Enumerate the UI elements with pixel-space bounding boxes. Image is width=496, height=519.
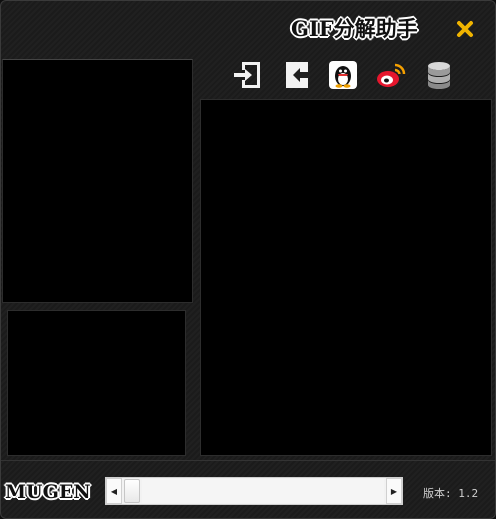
database-icon	[428, 62, 450, 89]
scroll-track[interactable]	[142, 479, 384, 503]
weibo-icon	[377, 63, 406, 87]
app-title: GIF分解助手	[291, 16, 418, 41]
close-button[interactable]	[453, 17, 477, 41]
arrow-left-icon: ◀	[110, 486, 118, 496]
mugen-logo: MUGEN	[5, 481, 91, 503]
scroll-right-button[interactable]: ▶	[386, 478, 402, 504]
frame-list-panel	[200, 99, 492, 456]
arrow-right-icon: ▶	[390, 486, 398, 496]
version-info: 版本: 1.2	[423, 485, 478, 501]
weibo-button[interactable]	[375, 59, 407, 91]
scroll-thumb[interactable]	[124, 479, 140, 503]
version-value: 1.2	[458, 487, 479, 500]
qq-icon	[329, 61, 357, 89]
export-button[interactable]	[279, 59, 311, 91]
thumbnail-panel	[7, 310, 186, 456]
import-icon	[234, 62, 260, 88]
version-label: 版本:	[423, 487, 452, 500]
close-icon	[457, 21, 473, 37]
database-button[interactable]	[423, 59, 455, 91]
frame-preview-panel	[2, 59, 193, 303]
export-icon	[286, 62, 308, 88]
qq-button[interactable]	[327, 59, 359, 91]
frame-scrollbar[interactable]: ◀ ▶	[105, 477, 403, 505]
app-window: GIF分解助手 MUGEN ◀ ▶ 版本: 1.2	[0, 0, 496, 519]
import-button[interactable]	[231, 59, 263, 91]
scroll-left-button[interactable]: ◀	[106, 478, 122, 504]
